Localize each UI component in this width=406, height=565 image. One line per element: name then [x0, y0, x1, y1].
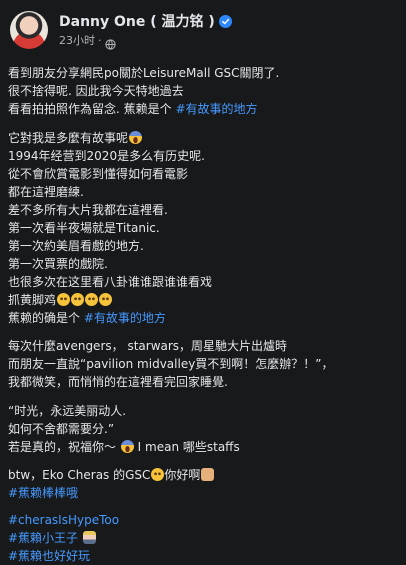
post-line: 第一次買票的戲院.: [8, 256, 108, 271]
post-text: btw，Eko Cheras 的GSC: [8, 468, 151, 482]
post-line: 第一次看半夜場就是Titanic.: [8, 220, 160, 235]
post-timestamp[interactable]: 23小时: [59, 32, 95, 48]
post-line: 看到朋友分享網民po關於LeisureMall GSC關閉了.: [8, 66, 280, 80]
post-line: 1994年经营到2020是多么有历史呢.: [8, 148, 205, 163]
post-line: 從不會欣賞電影到懂得如何看電影: [8, 166, 189, 181]
author-name[interactable]: Danny One ( 温力铭 ): [59, 11, 215, 31]
post-line: 第一次約美眉看戲的地方.: [8, 238, 144, 253]
hashtag-link[interactable]: #蕉賴也好好玩: [8, 547, 398, 565]
hashtag-link[interactable]: #cherasIsHypeToo: [8, 511, 398, 529]
post-line: 很不捨得呢. 因此我今天特地過去: [8, 84, 184, 98]
hashtag-link[interactable]: #蕉賴小王子: [8, 531, 78, 545]
post-text: 看看拍拍照作為留念. 蕉赖是个: [8, 102, 172, 116]
facebook-post: Danny One ( 温力铭 ) 23小时 · 看到朋友分享網民po關於Lei…: [0, 0, 406, 563]
post-line: btw，Eko Cheras 的GSC 你好啊: [8, 466, 398, 484]
globe-icon[interactable]: [104, 35, 116, 50]
hashtag-link[interactable]: #有故事的地方: [84, 311, 166, 325]
post-line: 看看拍拍照作為留念. 蕉赖是个 #有故事的地方: [8, 100, 398, 118]
post-line: 也很多次在这里看八卦谁谁跟谁谁看戏: [8, 274, 213, 289]
post-line: 蕉赖的确是个 #有故事的地方: [8, 309, 398, 327]
post-line: 抓黄脚鸡: [8, 291, 398, 309]
hashtag-link[interactable]: #蕉赖棒棒哦: [8, 484, 398, 502]
post-text: 你好啊: [164, 468, 201, 482]
post-info-row: 23小时 ·: [59, 32, 232, 50]
author-avatar[interactable]: [10, 11, 48, 49]
smirk-emoji-icon: [99, 292, 113, 306]
post-text: 蕉赖的确是个: [8, 310, 81, 325]
prince-emoji-icon: [82, 531, 96, 544]
hashtag-link[interactable]: #有故事的地方: [175, 102, 257, 116]
waving-hand-emoji-icon: [201, 468, 215, 481]
post-text: 抓黄脚鸡: [8, 292, 57, 307]
post-line: 都在這裡磨練.: [8, 184, 84, 199]
post-line: 它對我是多麼有故事呢: [8, 129, 398, 147]
smirk-emoji-icon: [151, 468, 165, 481]
post-line: 差不多所有大片我都在這裡看.: [8, 202, 168, 217]
post-body: 看到朋友分享網民po關於LeisureMall GSC關閉了. 很不捨得呢. 因…: [8, 64, 398, 565]
screaming-face-emoji-icon: [120, 439, 134, 453]
post-line: #蕉賴小王子: [8, 529, 398, 547]
author-row: Danny One ( 温力铭 ): [59, 12, 232, 30]
separator-dot: ·: [98, 33, 102, 47]
post-meta: Danny One ( 温力铭 ) 23小时 ·: [59, 12, 232, 50]
smirk-emoji-icon: [85, 292, 99, 306]
smirk-emoji-icon: [57, 292, 71, 306]
post-line: 如何不舍都需要分.”: [8, 421, 115, 436]
smirk-emoji-icon: [71, 292, 85, 306]
post-text: 若是真的，祝福你～: [8, 439, 117, 454]
post-text: 它對我是多麼有故事呢: [8, 130, 129, 145]
post-line: 我都微笑，而悄悄的在這裡看完回家睡覺.: [8, 375, 228, 389]
post-line: 若是真的，祝福你～ I mean 哪些staffs: [8, 438, 398, 456]
post-line: “时光，永远美丽动人.: [8, 403, 127, 418]
verified-badge-icon: [218, 14, 232, 28]
post-line: 而朋友一直說“pavilion midvalley買不到啊！怎麼辦？！”，: [8, 357, 334, 371]
screaming-face-emoji-icon: [129, 130, 143, 144]
post-text: I mean 哪些staffs: [137, 439, 240, 454]
post-line: 每次什麼avengers， starwars，周星馳大片出爐時: [8, 339, 288, 353]
post-header: Danny One ( 温力铭 ) 23小时 ·: [8, 8, 398, 52]
